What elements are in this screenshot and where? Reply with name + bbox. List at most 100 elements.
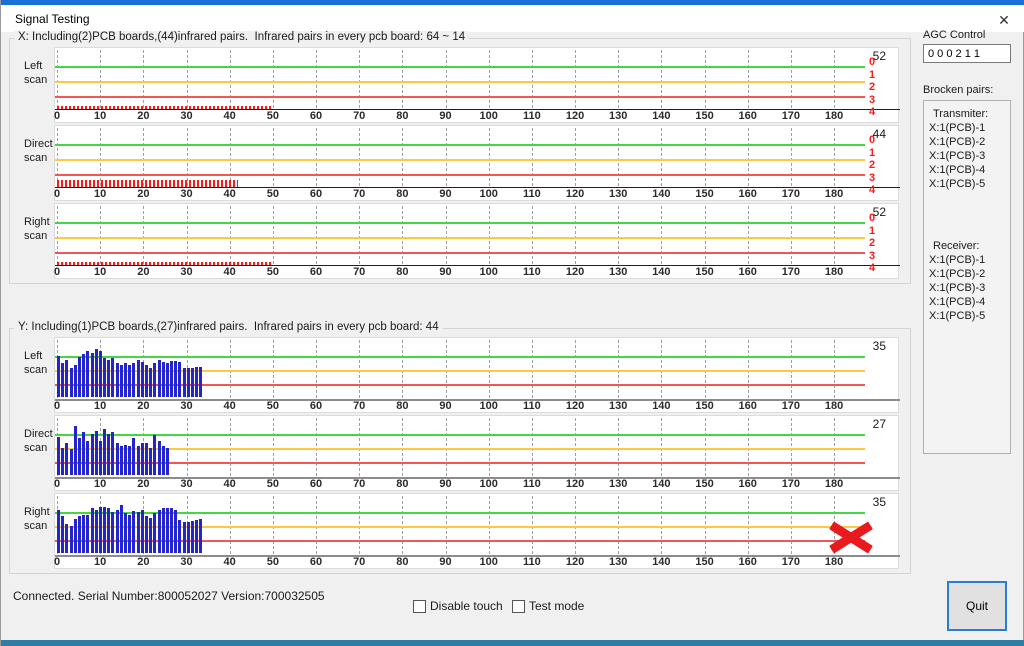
gridline: [532, 340, 533, 398]
close-icon[interactable]: ✕: [993, 10, 1015, 30]
axis-tick-label: 120: [561, 400, 589, 412]
signal-bar: [141, 510, 144, 553]
gridline: [575, 206, 576, 264]
threshold-line-green: [55, 66, 865, 68]
axis-tick-label: 40: [216, 556, 244, 568]
signal-bar: [153, 513, 156, 553]
signal-bar: [99, 351, 102, 397]
signal-comb: [57, 262, 273, 265]
signal-bar: [111, 512, 114, 553]
test-mode-checkbox[interactable]: Test mode: [512, 599, 584, 613]
signal-bar: [145, 516, 148, 553]
axis-tick-label: 0: [43, 110, 71, 122]
broken-pair-item: X:1(PCB)-4: [929, 163, 1010, 177]
gridline: [100, 206, 101, 264]
signal-bar: [166, 448, 169, 475]
axis-tick-label: 20: [129, 478, 157, 490]
axis-tick-label: 130: [604, 400, 632, 412]
axis-tick-label: 30: [173, 478, 201, 490]
broken-pair-item: X:1(PCB)-3: [929, 149, 1010, 163]
gridline: [316, 496, 317, 554]
signal-bar: [116, 363, 119, 397]
gridline: [187, 206, 188, 264]
axis-tick-label: 130: [604, 478, 632, 490]
gridline: [273, 206, 274, 264]
agc-control-label: AGC Control: [923, 29, 985, 41]
gridline: [661, 418, 662, 476]
baseline: [55, 187, 900, 188]
signal-bar: [107, 508, 110, 553]
axis-tick-label: 50: [259, 400, 287, 412]
gridline: [575, 128, 576, 186]
gridline: [359, 50, 360, 108]
gridline: [316, 128, 317, 186]
scale-label: 3: [869, 94, 875, 106]
signal-bar: [137, 446, 140, 475]
gridline: [446, 496, 447, 554]
axis-tick-label: 70: [345, 478, 373, 490]
gridline: [618, 496, 619, 554]
signal-plot: 0102030405060708090100110120130140150160…: [54, 203, 899, 279]
gridline: [532, 50, 533, 108]
gridline: [489, 50, 490, 108]
disable-touch-checkbox[interactable]: Disable touch: [413, 599, 503, 613]
axis-tick-label: 30: [173, 110, 201, 122]
broken-pairs-list[interactable]: Transmiter: X:1(PCB)-1X:1(PCB)-2X:1(PCB)…: [923, 100, 1011, 454]
axis-tick-label: 180: [820, 556, 848, 568]
signal-bar: [183, 522, 186, 553]
gridline: [618, 128, 619, 186]
signal-bar: [158, 360, 161, 397]
quit-button[interactable]: Quit: [947, 581, 1007, 631]
threshold-line-red: [55, 252, 865, 254]
signal-bar: [70, 526, 73, 553]
gridline: [402, 418, 403, 476]
axis-tick-label: 100: [475, 266, 503, 278]
gridline: [446, 340, 447, 398]
signal-bar: [103, 507, 106, 553]
signal-bar: [99, 507, 102, 553]
gridline: [705, 340, 706, 398]
axis-tick-label: 130: [604, 556, 632, 568]
axis-tick-label: 120: [561, 556, 589, 568]
threshold-line-yellow: [55, 81, 865, 83]
scale-label: 2: [869, 159, 875, 171]
axis-tick-label: 120: [561, 188, 589, 200]
gridline: [230, 496, 231, 554]
gridline: [273, 340, 274, 398]
signal-bar: [103, 429, 106, 475]
signal-bar: [191, 521, 194, 553]
signal-bars: [57, 336, 202, 397]
gridline: [618, 50, 619, 108]
signal-bar: [82, 432, 85, 475]
axis-tick-label: 140: [647, 266, 675, 278]
gridline: [446, 128, 447, 186]
gridline: [791, 50, 792, 108]
gridline: [273, 50, 274, 108]
signal-bar: [174, 361, 177, 397]
gridline: [402, 340, 403, 398]
signal-bar: [107, 360, 110, 397]
axis-tick-label: 110: [518, 110, 546, 122]
checkbox-box-icon[interactable]: [413, 600, 426, 613]
axis-tick-label: 180: [820, 266, 848, 278]
axis-tick-label: 130: [604, 188, 632, 200]
axis-tick-label: 10: [86, 188, 114, 200]
checkbox-box-icon[interactable]: [512, 600, 525, 613]
signal-bar: [141, 362, 144, 397]
gridline: [661, 206, 662, 264]
signal-bar: [99, 441, 102, 475]
signal-bar: [82, 515, 85, 553]
gridline: [748, 418, 749, 476]
axis-tick-label: 20: [129, 266, 157, 278]
signal-bar: [95, 431, 98, 475]
signal-bar: [74, 519, 77, 553]
signal-bar: [153, 435, 156, 475]
axis-tick-label: 180: [820, 400, 848, 412]
gridline: [489, 340, 490, 398]
axis-tick-label: 40: [216, 478, 244, 490]
gridline: [791, 418, 792, 476]
gridline: [187, 128, 188, 186]
window-title: Signal Testing: [15, 12, 90, 26]
agc-control-input[interactable]: [923, 44, 1011, 63]
gridline: [705, 496, 706, 554]
